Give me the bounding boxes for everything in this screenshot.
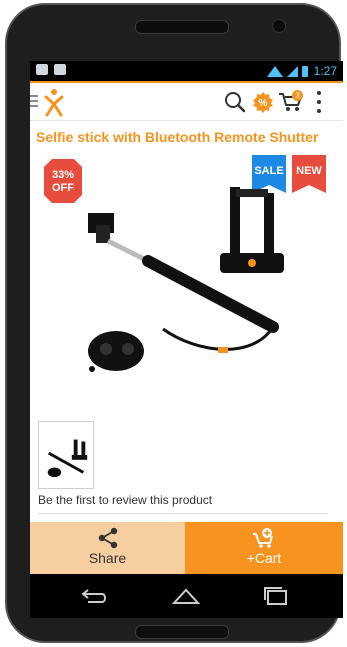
discount-percent: 33% (51, 169, 75, 181)
bag-notification-icon (36, 64, 48, 75)
home-icon[interactable] (170, 586, 202, 606)
new-label: NEW (296, 165, 322, 177)
more-vertical-icon[interactable] (316, 91, 322, 113)
discount-text: 33% OFF (44, 169, 82, 195)
share-label: Share (88, 550, 127, 566)
product-title: Selfie stick with Bluetooth Remote Shutt… (36, 129, 319, 145)
product-image[interactable] (78, 179, 298, 379)
back-icon[interactable] (78, 586, 108, 606)
sale-label: SALE (254, 165, 284, 177)
app-logo-icon[interactable] (42, 87, 66, 117)
offer-percent-icon[interactable]: % (252, 91, 274, 113)
battery-icon (301, 65, 308, 77)
review-prompt[interactable]: Be the first to review this product (38, 493, 212, 507)
status-bar: 1:27 (30, 61, 343, 81)
discount-off: OFF (52, 182, 74, 194)
share-icon (98, 527, 118, 549)
share-button[interactable]: Share (30, 522, 185, 574)
status-clock: 1:27 (313, 64, 337, 78)
bottom-action-bar: Share +Cart (30, 522, 343, 574)
app-bar: % 3 (30, 81, 343, 121)
bag-notification-icon (54, 64, 66, 75)
svg-text:%: % (259, 98, 268, 109)
signal-icon (286, 65, 298, 77)
cart-count-badge: 3 (292, 90, 303, 101)
recent-apps-icon[interactable] (262, 585, 290, 607)
android-nav-bar (30, 574, 343, 618)
add-to-cart-button[interactable]: +Cart (185, 522, 343, 574)
product-thumbnail[interactable] (38, 421, 94, 489)
bottom-speaker (135, 625, 229, 639)
cart-label: +Cart (246, 550, 282, 566)
search-icon[interactable] (224, 91, 246, 113)
screen: 1:27 % 3 Selfie stick with Bluetooth Rem… (30, 61, 343, 618)
front-camera (272, 19, 286, 33)
menu-icon[interactable] (30, 95, 38, 107)
wifi-icon (266, 65, 283, 77)
add-cart-icon (253, 528, 273, 548)
divider (38, 513, 328, 514)
phone-frame: 1:27 % 3 Selfie stick with Bluetooth Rem… (5, 3, 343, 643)
earpiece-speaker (135, 20, 229, 34)
